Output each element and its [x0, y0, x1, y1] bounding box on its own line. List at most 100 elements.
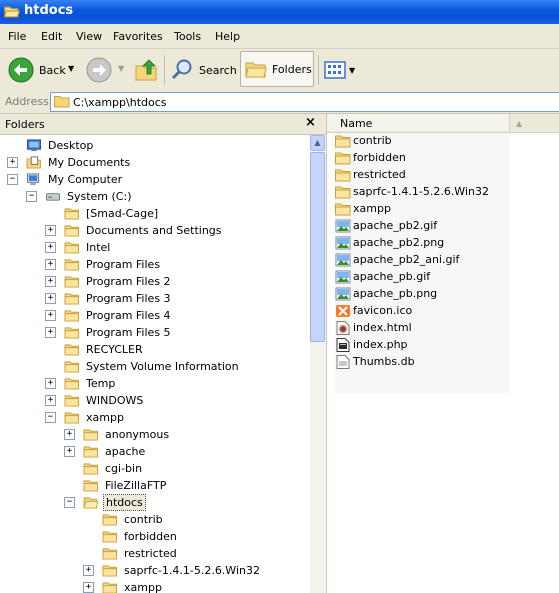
- forward-button[interactable]: [86, 52, 112, 88]
- up-folder-icon: [135, 59, 157, 81]
- tree-item[interactable]: [Smad-Cage]: [45, 205, 160, 222]
- search-button[interactable]: Search: [170, 52, 237, 88]
- scroll-up-button[interactable]: ▲: [310, 135, 325, 151]
- tree-item[interactable]: + Temp: [45, 375, 117, 392]
- tree-item-label: restricted: [124, 547, 177, 560]
- expand-icon[interactable]: +: [45, 378, 56, 389]
- file-item[interactable]: apache_pb.gif: [335, 268, 430, 285]
- tree-item[interactable]: + apache: [64, 443, 147, 460]
- tree-item[interactable]: − My Computer: [7, 171, 124, 188]
- tree-item[interactable]: + Program Files 5: [45, 324, 173, 341]
- folder-icon: [83, 429, 98, 441]
- expand-icon[interactable]: +: [64, 446, 75, 457]
- folder-icon: [83, 463, 98, 475]
- file-item[interactable]: restricted: [335, 166, 406, 183]
- tree-item[interactable]: + xampp: [83, 579, 164, 593]
- file-item[interactable]: forbidden: [335, 149, 406, 166]
- folder-icon: [102, 548, 117, 560]
- file-item[interactable]: xampp: [335, 200, 391, 217]
- back-button[interactable]: Back: [8, 52, 66, 88]
- expand-icon[interactable]: +: [45, 310, 56, 321]
- file-item[interactable]: index.php: [335, 336, 408, 353]
- folder-icon: [102, 565, 117, 577]
- file-item[interactable]: apache_pb.png: [335, 285, 437, 302]
- file-item[interactable]: Thumbs.db: [335, 353, 415, 370]
- tree-item[interactable]: FileZillaFTP: [64, 477, 168, 494]
- expand-icon[interactable]: +: [45, 276, 56, 287]
- expand-icon[interactable]: +: [45, 395, 56, 406]
- tree-item[interactable]: + Program Files 3: [45, 290, 173, 307]
- menu-view[interactable]: View: [76, 30, 102, 43]
- tree-item[interactable]: + Program Files 4: [45, 307, 173, 324]
- expand-icon[interactable]: +: [45, 225, 56, 236]
- tree-item[interactable]: − htdocs: [64, 494, 146, 511]
- title-bar[interactable]: htdocs: [0, 0, 559, 24]
- views-icon: [324, 61, 346, 79]
- toolbar-separator: [318, 55, 319, 85]
- address-input[interactable]: C:\xampp\htdocs: [50, 92, 559, 112]
- menu-edit[interactable]: Edit: [41, 30, 62, 43]
- file-item[interactable]: apache_pb2.png: [335, 234, 444, 251]
- file-item[interactable]: index.html: [335, 319, 412, 336]
- tree-item[interactable]: + Program Files: [45, 256, 162, 273]
- expand-icon[interactable]: +: [45, 259, 56, 270]
- expand-icon[interactable]: +: [83, 582, 94, 593]
- forward-dropdown-icon[interactable]: ▼: [118, 64, 124, 73]
- column-header-name[interactable]: Name: [327, 114, 510, 131]
- tree-item[interactable]: − System (C:): [26, 188, 134, 205]
- menu-favorites[interactable]: Favorites: [113, 30, 163, 43]
- collapse-icon[interactable]: −: [7, 174, 18, 185]
- folders-button[interactable]: Folders: [240, 51, 314, 87]
- tree-item[interactable]: + My Documents: [7, 154, 132, 171]
- menu-bar: File Edit View Favorites Tools Help: [0, 24, 559, 49]
- file-item[interactable]: favicon.ico: [335, 302, 412, 319]
- menu-tools[interactable]: Tools: [174, 30, 201, 43]
- image-icon: [335, 270, 351, 283]
- close-icon[interactable]: ×: [305, 115, 316, 130]
- folder-icon: [102, 514, 117, 526]
- expand-icon[interactable]: +: [83, 565, 94, 576]
- folder-icon: [64, 344, 79, 356]
- collapse-icon[interactable]: −: [45, 412, 56, 423]
- collapse-icon[interactable]: −: [26, 191, 37, 202]
- expand-icon[interactable]: +: [7, 157, 18, 168]
- file-item-label: contrib: [353, 134, 392, 147]
- file-item[interactable]: contrib: [335, 132, 392, 149]
- tree-item[interactable]: + Intel: [45, 239, 112, 256]
- tree-item[interactable]: restricted: [83, 545, 179, 562]
- tree-item[interactable]: − xampp: [45, 409, 126, 426]
- tree-item[interactable]: + anonymous: [64, 426, 171, 443]
- tree-item[interactable]: Desktop: [7, 137, 95, 154]
- folder-icon: [64, 361, 79, 373]
- tree-item-label: Program Files 3: [86, 292, 171, 305]
- tree-item[interactable]: + WINDOWS: [45, 392, 145, 409]
- tree-item[interactable]: + saprfc-1.4.1-5.2.6.Win32: [83, 562, 262, 579]
- file-item[interactable]: saprfc-1.4.1-5.2.6.Win32: [335, 183, 489, 200]
- file-item[interactable]: apache_pb2_ani.gif: [335, 251, 459, 268]
- back-arrow-icon: [8, 57, 34, 83]
- expand-icon[interactable]: +: [64, 429, 75, 440]
- file-item[interactable]: apache_pb2.gif: [335, 217, 437, 234]
- tree-item[interactable]: RECYCLER: [45, 341, 145, 358]
- menu-help[interactable]: Help: [215, 30, 240, 43]
- tree-item[interactable]: forbidden: [83, 528, 179, 545]
- tree-item[interactable]: System Volume Information: [45, 358, 241, 375]
- views-button[interactable]: ▼: [324, 52, 355, 88]
- tree-item[interactable]: + Program Files 2: [45, 273, 173, 290]
- tree-item[interactable]: + Documents and Settings: [45, 222, 224, 239]
- back-dropdown-icon[interactable]: ▼: [68, 64, 74, 73]
- toolbar: Back ▼ ▼ Search Folders ▼: [0, 49, 559, 92]
- expand-icon[interactable]: +: [45, 327, 56, 338]
- collapse-icon[interactable]: −: [64, 497, 75, 508]
- scroll-thumb[interactable]: [310, 152, 325, 342]
- expand-icon[interactable]: +: [45, 293, 56, 304]
- file-item-label: apache_pb.png: [353, 287, 438, 300]
- tree-item[interactable]: cgi-bin: [64, 460, 144, 477]
- tree-scrollbar[interactable]: ▲: [310, 135, 326, 593]
- tree-item-label: My Documents: [48, 156, 131, 169]
- up-folder-button[interactable]: [134, 52, 160, 88]
- menu-file[interactable]: File: [8, 30, 26, 43]
- tree-item[interactable]: contrib: [83, 511, 165, 528]
- my-documents-icon: [26, 156, 41, 169]
- expand-icon[interactable]: +: [45, 242, 56, 253]
